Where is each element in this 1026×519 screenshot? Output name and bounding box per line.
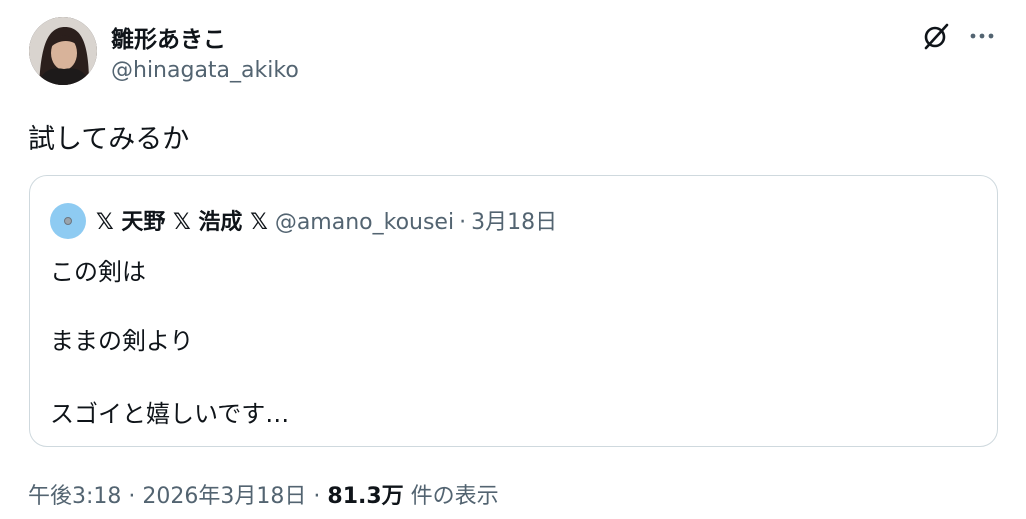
avatar-photo: [29, 17, 97, 85]
quoted-text-line: スゴイと嬉しいです…: [50, 400, 290, 428]
author-handle[interactable]: @hinagata_akiko: [111, 58, 299, 83]
separator-dot: ·: [128, 484, 136, 509]
separator-dot: ·: [459, 210, 467, 235]
quoted-author-avatar[interactable]: [50, 203, 86, 239]
tweet-meta: 午後3:18 · 2026年3月18日 · 81.3万 件の表示: [28, 478, 499, 510]
views-count[interactable]: 81.3万: [327, 478, 403, 510]
grok-button[interactable]: [918, 18, 954, 54]
default-avatar-icon: [64, 217, 72, 225]
tweet-text: 試してみるか: [28, 124, 190, 155]
more-horizontal-icon: [970, 33, 994, 39]
quoted-author-handle[interactable]: @amano_kousei: [275, 210, 454, 235]
quoted-tweet-card[interactable]: 𝕏 天野 𝕏 浩成 𝕏 @amano_kousei · 3月18日 この剣は ま…: [29, 175, 998, 447]
quoted-tweet-date[interactable]: 3月18日: [471, 204, 557, 236]
tweet-time[interactable]: 午後3:18: [28, 478, 121, 510]
grok-icon: [924, 23, 949, 50]
quoted-text-line: この剣は: [50, 258, 146, 286]
quoted-text-line: ままの剣より: [50, 327, 194, 355]
quoted-author-name[interactable]: 𝕏 天野 𝕏 浩成 𝕏: [96, 204, 268, 236]
author-avatar[interactable]: [29, 17, 97, 85]
author-display-name[interactable]: 雛形あきこ: [111, 20, 226, 54]
separator-dot: ·: [313, 484, 321, 509]
more-button[interactable]: [964, 18, 1000, 54]
quoted-tweet-header: 𝕏 天野 𝕏 浩成 𝕏 @amano_kousei · 3月18日: [96, 204, 557, 236]
views-label: 件の表示: [410, 484, 499, 509]
tweet-date[interactable]: 2026年3月18日: [142, 478, 306, 510]
